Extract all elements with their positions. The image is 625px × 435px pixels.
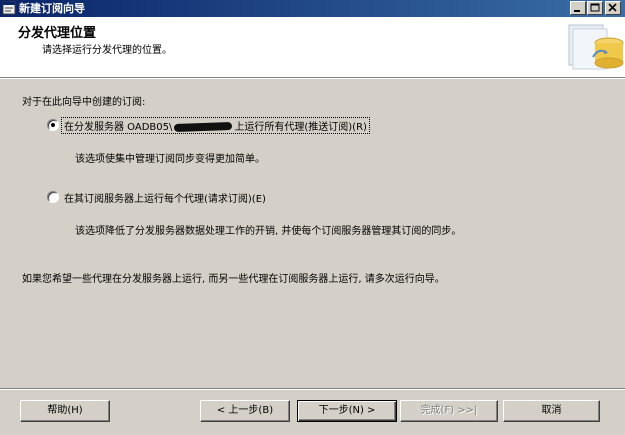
radio-push-subscription[interactable] [47, 119, 59, 131]
push-label-prefix: 在分发服务器 OADB05\ [64, 122, 173, 133]
header-divider [0, 78, 625, 79]
close-icon [608, 3, 617, 12]
close-button[interactable] [605, 1, 621, 15]
radio-pull-subscription[interactable] [47, 191, 59, 203]
database-wizard-icon [568, 24, 624, 70]
pull-option-description: 该选项降低了分发服务器数据处理工作的开销, 并使每个订阅服务器管理其订阅的同步。 [75, 226, 462, 237]
help-button[interactable]: 帮助(H) [20, 400, 110, 422]
push-label-suffix: 上运行所有代理(推送订阅)(R) [234, 122, 367, 133]
maximize-button[interactable] [587, 1, 603, 15]
minimize-button[interactable] [570, 1, 586, 15]
page-title: 分发代理位置 [18, 26, 97, 41]
radio-pull-subscription-label[interactable]: 在其订阅服务器上运行每个代理(请求订阅)(E) [64, 190, 266, 205]
window-title: 新建订阅向导 [19, 2, 85, 15]
footer-divider-highlight [0, 389, 625, 390]
back-button[interactable]: < 上一步(B) [200, 400, 290, 422]
radio-selected-dot [51, 123, 55, 127]
wizard-window: 新建订阅向导 分发代理位置 请选择运行分发代理的位置。 对于在此向导中创建的订阅… [0, 0, 625, 435]
redacted-server-name [174, 121, 233, 133]
wizard-app-icon [2, 1, 16, 15]
next-button[interactable]: 下一步(N) > [297, 400, 397, 422]
minimize-icon [574, 10, 580, 12]
multiple-run-note: 如果您希望一些代理在分发服务器上运行, 而另一些代理在订阅服务器上运行, 请多次… [22, 274, 445, 285]
cancel-button[interactable]: 取消 [503, 400, 600, 422]
title-bar[interactable]: 新建订阅向导 [0, 0, 625, 17]
options-question: 对于在此向导中创建的订阅: [22, 97, 146, 108]
push-option-description: 该选项使集中管理订阅同步变得更加简单。 [75, 154, 265, 165]
wizard-header: 分发代理位置 请选择运行分发代理的位置。 [0, 17, 625, 78]
page-subtitle: 请选择运行分发代理的位置。 [42, 45, 172, 56]
maximize-icon [590, 3, 600, 12]
radio-push-subscription-label[interactable]: 在分发服务器 OADB05\ 上运行所有代理(推送订阅)(R) [61, 117, 370, 134]
finish-button[interactable]: 完成(F) >>| [400, 400, 498, 422]
